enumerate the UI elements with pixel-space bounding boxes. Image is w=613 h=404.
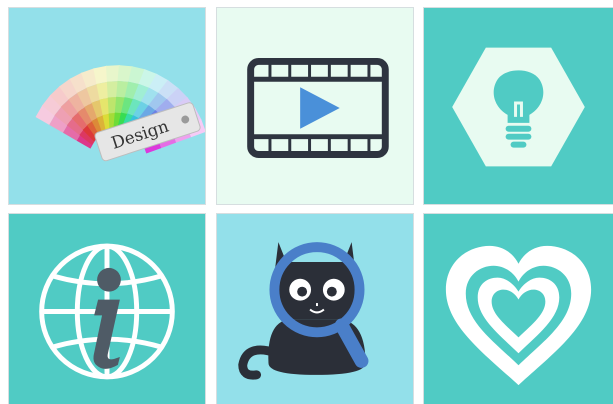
tile-video[interactable] (216, 7, 414, 205)
globe-info-icon (39, 243, 175, 380)
tile-search[interactable] (216, 213, 414, 404)
tile-info[interactable] (8, 213, 206, 404)
lightbulb-hexagon-icon (452, 47, 585, 167)
tile-design[interactable]: Design (8, 7, 206, 205)
tile-idea[interactable] (423, 7, 613, 205)
color-swatch-fan-icon: Design (35, 65, 205, 162)
film-play-icon (247, 57, 389, 158)
nested-heart-icon (445, 245, 592, 386)
cat-magnifier-icon (238, 242, 369, 380)
tile-heart[interactable] (423, 213, 613, 404)
icon-grid: Design (0, 0, 613, 404)
